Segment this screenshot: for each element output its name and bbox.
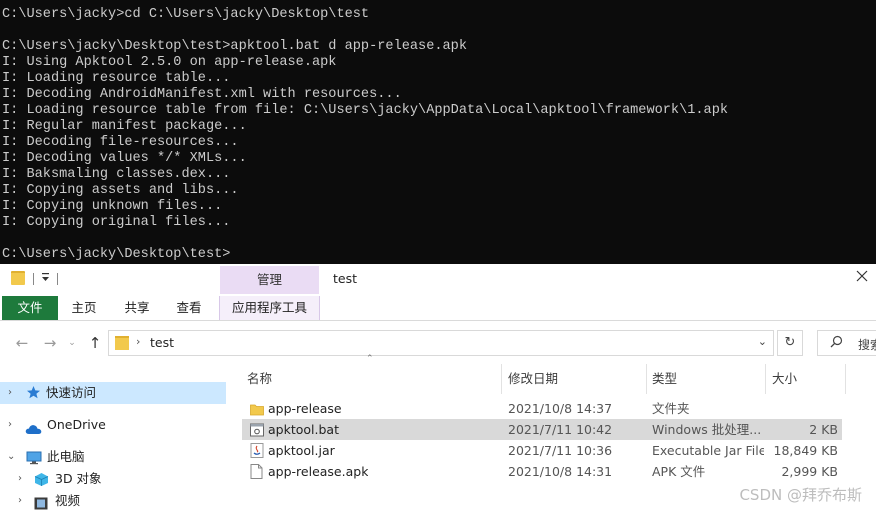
sidebar-item-videos[interactable]: › 视频 bbox=[0, 490, 226, 511]
up-arrow-icon[interactable]: ↑ bbox=[85, 333, 105, 353]
terminal-line: I: Loading resource table... bbox=[2, 71, 231, 86]
chevron-right-icon[interactable]: › bbox=[18, 468, 22, 490]
sort-ascending-icon: ⌃ bbox=[366, 354, 374, 364]
file-name: apktool.bat bbox=[268, 422, 339, 437]
recent-locations-chevron-icon[interactable]: ⌄ bbox=[62, 333, 82, 353]
column-header-date[interactable]: 修改日期 bbox=[508, 362, 558, 396]
toolbar-separator bbox=[33, 273, 34, 285]
file-explorer-window: 管理 test 文件 主页 共享 查看 应用程序工具 ← → ⌄ ↑ › tes… bbox=[0, 264, 876, 511]
sidebar-item-label: 快速访问 bbox=[46, 385, 97, 400]
sidebar-item-onedrive[interactable]: › OneDrive bbox=[0, 414, 226, 436]
search-box[interactable]: 搜索 bbox=[817, 330, 876, 356]
file-size: 2,999 KB bbox=[781, 464, 838, 479]
sidebar-item-label: 此电脑 bbox=[47, 449, 85, 464]
sidebar-item-label: OneDrive bbox=[47, 417, 106, 432]
terminal-line: I: Decoding values */* XMLs... bbox=[2, 151, 247, 166]
back-arrow-icon[interactable]: ← bbox=[12, 333, 32, 353]
ribbon-tabs: 文件 主页 共享 查看 应用程序工具 bbox=[0, 296, 876, 321]
file-row-apktool-bat[interactable]: apktool.bat 2021/7/11 10:42 Windows 批处理.… bbox=[242, 419, 842, 440]
terminal-line: C:\Users\jacky>cd C:\Users\jacky\Desktop… bbox=[2, 7, 370, 22]
file-date: 2021/7/11 10:36 bbox=[508, 443, 613, 458]
customize-toolbar-icon[interactable] bbox=[41, 270, 50, 287]
terminal-line: C:\Users\jacky\Desktop\test>apktool.bat … bbox=[2, 39, 467, 54]
manage-tab-group[interactable]: 管理 bbox=[220, 266, 319, 294]
chevron-down-icon[interactable]: ⌄ bbox=[7, 446, 15, 468]
file-type: Windows 批处理... bbox=[652, 422, 762, 437]
terminal-prompt[interactable]: C:\Users\jacky\Desktop\test> bbox=[2, 247, 230, 263]
terminal-line: I: Loading resource table from file: C:\… bbox=[2, 103, 729, 118]
film-icon bbox=[34, 495, 48, 510]
forward-arrow-icon[interactable]: → bbox=[40, 333, 60, 353]
watermark-text: CSDN @拜乔布斯 bbox=[739, 486, 862, 504]
column-divider[interactable] bbox=[765, 364, 766, 394]
cloud-icon bbox=[25, 420, 42, 434]
window-title: test bbox=[333, 271, 358, 286]
column-divider[interactable] bbox=[501, 364, 502, 394]
sidebar-item-quick-access[interactable]: › 快速访问 bbox=[0, 382, 226, 404]
chevron-down-icon[interactable]: ⌄ bbox=[758, 335, 767, 348]
tab-share[interactable]: 共享 bbox=[114, 296, 160, 320]
navigation-bar: ← → ⌄ ↑ › test ⌄ ↻ 搜索 bbox=[0, 328, 876, 358]
chevron-right-icon[interactable]: › bbox=[136, 335, 140, 348]
tab-view[interactable]: 查看 bbox=[166, 296, 212, 320]
column-header-name[interactable]: 名称 bbox=[247, 362, 272, 396]
file-type: APK 文件 bbox=[652, 464, 706, 479]
sidebar-item-this-pc[interactable]: ⌄ 此电脑 bbox=[0, 446, 226, 468]
terminal-line: I: Using Apktool 2.5.0 on app-release.ap… bbox=[2, 55, 337, 70]
generic-file-icon bbox=[250, 464, 263, 479]
tab-file[interactable]: 文件 bbox=[2, 296, 58, 320]
search-placeholder: 搜索 bbox=[858, 338, 876, 352]
batch-file-icon bbox=[250, 422, 264, 437]
terminal-line: I: Regular manifest package... bbox=[2, 119, 247, 134]
sidebar-item-label: 视频 bbox=[55, 493, 81, 508]
terminal-line: I: Copying original files... bbox=[2, 215, 231, 230]
computer-icon bbox=[26, 450, 42, 465]
column-header-type[interactable]: 类型 bbox=[652, 362, 677, 396]
column-header-size[interactable]: 大小 bbox=[772, 362, 797, 396]
file-row-app-release-folder[interactable]: app-release 2021/10/8 14:37 文件夹 bbox=[242, 398, 842, 419]
terminal-line: I: Copying assets and libs... bbox=[2, 183, 239, 198]
file-row-apktool-jar[interactable]: apktool.jar 2021/7/11 10:36 Executable J… bbox=[242, 440, 842, 461]
address-bar[interactable]: › test ⌄ bbox=[108, 330, 774, 356]
file-size: 18,849 KB bbox=[773, 443, 838, 458]
folder-icon bbox=[115, 336, 129, 350]
star-icon bbox=[26, 385, 40, 399]
terminal-line: I: Decoding file-resources... bbox=[2, 135, 239, 150]
file-date: 2021/10/8 14:31 bbox=[508, 464, 613, 479]
file-name: app-release bbox=[268, 401, 342, 416]
tab-home[interactable]: 主页 bbox=[62, 296, 106, 320]
folder-icon bbox=[250, 401, 264, 416]
column-divider[interactable] bbox=[646, 364, 647, 394]
terminal-line: I: Copying unknown files... bbox=[2, 199, 223, 214]
java-jar-icon bbox=[250, 443, 264, 458]
quick-access-toolbar: 管理 test bbox=[0, 264, 876, 296]
folder-icon[interactable] bbox=[11, 271, 25, 285]
cube-icon bbox=[34, 472, 49, 486]
toolbar-separator bbox=[57, 273, 58, 285]
search-icon bbox=[830, 335, 843, 352]
file-name: apktool.jar bbox=[268, 443, 335, 458]
terminal-line: I: Baksmaling classes.dex... bbox=[2, 167, 231, 182]
file-size: 2 KB bbox=[809, 422, 838, 437]
chevron-right-icon[interactable]: › bbox=[18, 490, 22, 511]
sidebar-item-label: 3D 对象 bbox=[55, 471, 102, 486]
file-row-app-release-apk[interactable]: app-release.apk 2021/10/8 14:31 APK 文件 2… bbox=[242, 461, 842, 482]
file-name: app-release.apk bbox=[268, 464, 369, 479]
file-type: Executable Jar File bbox=[652, 443, 764, 458]
file-type: 文件夹 bbox=[652, 401, 690, 416]
chevron-right-icon[interactable]: › bbox=[8, 414, 12, 436]
command-prompt-window[interactable]: C:\Users\jacky>cd C:\Users\jacky\Desktop… bbox=[0, 0, 876, 264]
terminal-line: I: Decoding AndroidManifest.xml with res… bbox=[2, 87, 402, 102]
navigation-pane: › 快速访问 › OneDrive ⌄ 此电脑 › 3D 对象 › 视频 bbox=[0, 362, 228, 511]
chevron-right-icon[interactable]: › bbox=[8, 382, 12, 404]
column-divider[interactable] bbox=[845, 364, 846, 394]
refresh-icon[interactable]: ↻ bbox=[777, 330, 803, 356]
sidebar-item-3d-objects[interactable]: › 3D 对象 bbox=[0, 468, 226, 490]
close-icon[interactable] bbox=[856, 270, 868, 282]
tab-application-tools[interactable]: 应用程序工具 bbox=[219, 296, 320, 320]
file-date: 2021/10/8 14:37 bbox=[508, 401, 613, 416]
address-path[interactable]: test bbox=[150, 335, 174, 350]
file-date: 2021/7/11 10:42 bbox=[508, 422, 613, 437]
